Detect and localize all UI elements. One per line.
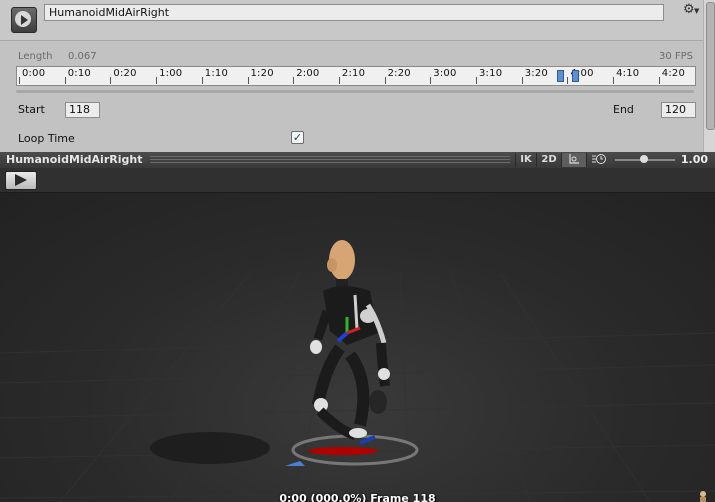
timeline-tick	[201, 77, 203, 84]
timeline-tick-label: 0:10	[67, 68, 91, 79]
end-label: End	[613, 103, 634, 116]
preview-status: 0:00 (000.0%) Frame 118	[279, 492, 436, 502]
start-field[interactable]: 118	[65, 102, 100, 118]
play-button[interactable]	[5, 171, 37, 190]
preview-viewport[interactable]: 0:00 (000.0%) Frame 118	[0, 168, 715, 502]
timeline-tick	[430, 77, 432, 84]
start-label: Start	[18, 103, 45, 116]
timeline-tick-label: 2:20	[387, 68, 411, 79]
loop-time-label: Loop Time	[18, 132, 75, 145]
3d-stage[interactable]: 0:00 (000.0%) Frame 118	[0, 193, 715, 502]
dropdown-arrow-icon[interactable]: ▼	[694, 7, 699, 15]
inspector-scrollbar[interactable]	[703, 0, 715, 152]
timeline-tick	[521, 77, 523, 84]
2d-button[interactable]: 2D	[536, 153, 561, 167]
gear-icon[interactable]: ⚙	[683, 2, 695, 17]
timeline-tick-label: 3:10	[479, 68, 503, 79]
timeline-tick	[156, 77, 158, 84]
ik-button[interactable]: IK	[515, 153, 536, 167]
timeline-tick-label: 0:00	[22, 68, 46, 79]
end-field[interactable]: 120	[661, 102, 696, 118]
timeline-tick	[247, 77, 249, 84]
timeline-tick-label: 1:00	[159, 68, 183, 79]
preview-title: HumanoidMidAirRight	[6, 153, 143, 166]
timeline-tick-label: 0:20	[113, 68, 137, 79]
clip-name-field[interactable]: HumanoidMidAirRight	[44, 4, 664, 21]
speed-icon[interactable]	[586, 153, 611, 167]
timeline-tick	[338, 77, 340, 84]
animation-clip-icon	[11, 7, 37, 33]
pivot-icon[interactable]	[561, 153, 586, 167]
loop-time-checkbox[interactable]: ✓	[291, 131, 304, 144]
speed-value: 1.00	[680, 153, 708, 166]
timeline-tick	[384, 77, 386, 84]
timeline-tick	[476, 77, 477, 84]
timeline-tick	[293, 77, 295, 84]
range-marker-handle[interactable]	[572, 70, 579, 82]
fps-label: 30 FPS	[658, 51, 693, 62]
length-label: Length	[18, 51, 53, 62]
timeline-tick-label: 4:10	[616, 68, 640, 79]
timeline-ruler[interactable]: 0:00 0:10 0:20 1:00 1:10 1:20 2:00 2:10 2:20 3:00…	[16, 66, 696, 86]
timeline-tick-label: 2:10	[341, 68, 366, 79]
timeline-tick	[567, 77, 569, 84]
clip-header: HumanoidMidAirRight ⚙ ▼	[0, 0, 715, 41]
range-marker-handle[interactable]	[557, 70, 564, 82]
humanoid-scene	[0, 240, 715, 502]
timeline-tick	[613, 77, 615, 84]
timeline-tick-label: 3:00	[433, 68, 457, 79]
avatar-icon[interactable]	[697, 490, 709, 502]
timeline-tick	[110, 77, 112, 84]
timeline-tick	[658, 77, 660, 84]
speed-slider-knob[interactable]	[640, 155, 648, 163]
preview-toolbar	[0, 168, 715, 193]
preview-header: HumanoidMidAirRight IK 2D 1.00	[0, 152, 715, 168]
timeline-tick-label: 2:00	[296, 68, 320, 79]
scrollbar-thumb[interactable]	[706, 2, 715, 130]
length-value: 0.067	[68, 51, 97, 62]
timeline-tick-label: 1:10	[204, 68, 229, 79]
timeline-tick	[64, 77, 66, 84]
animation-clip-inspector: HumanoidMidAirRight ⚙ ▼ Length 0.067 30 …	[0, 0, 715, 152]
timeline-tick-label: 1:20	[250, 68, 274, 79]
timeline-tick	[19, 77, 20, 84]
timeline-tick-label: 3:20	[524, 68, 548, 79]
timeline-tick-label: 4:20	[661, 68, 686, 79]
humanoid-figure	[310, 240, 390, 440]
timeline-scrollbar[interactable]	[16, 90, 694, 93]
drag-grip[interactable]	[150, 156, 510, 164]
